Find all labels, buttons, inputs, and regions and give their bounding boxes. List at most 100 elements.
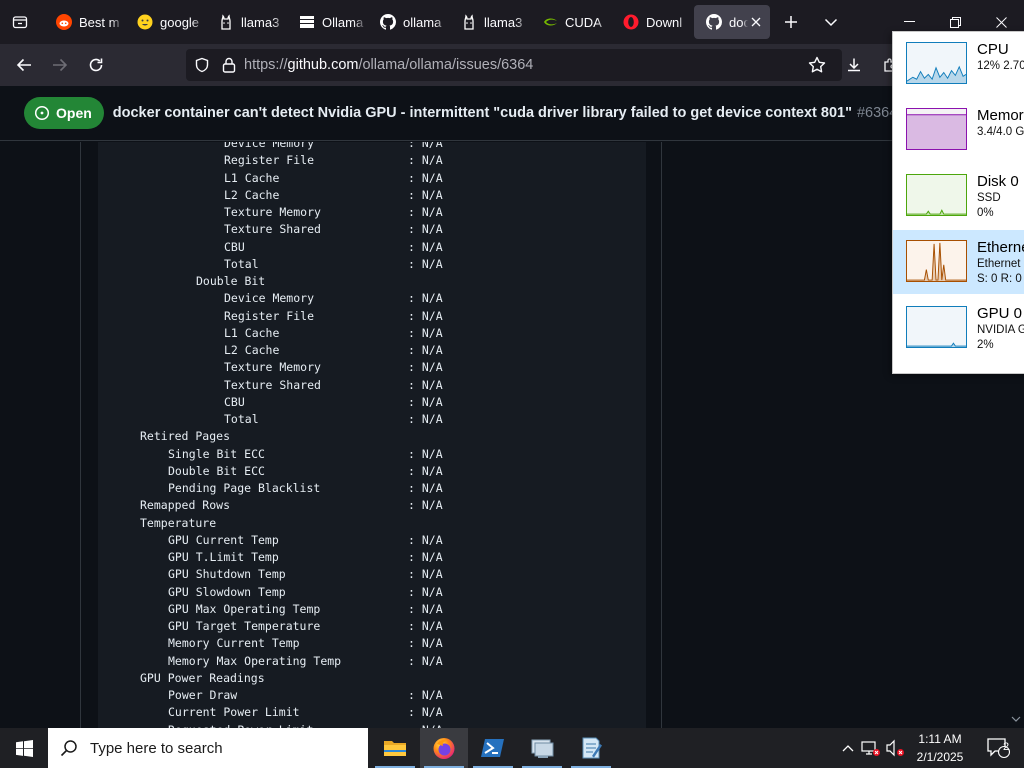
bookmark-star-icon[interactable] [808, 56, 826, 74]
task-manager-item[interactable]: Etherne Ethernet S: 0 R: 0 [893, 230, 1024, 294]
code-key: L2 Cache [224, 343, 280, 357]
resource-usage: 0% [977, 207, 994, 219]
code-value: : N/A [408, 705, 443, 720]
code-key: Register File [224, 153, 315, 168]
code-line: L2 Cache : N/A [98, 342, 646, 359]
code-key: Device Memory [224, 142, 315, 150]
powershell-icon[interactable] [469, 728, 517, 768]
code-line: GPU Max Operating Temp: N/A [98, 601, 646, 618]
code-value: : N/A [408, 550, 443, 564]
usage-graph-thumbnail [906, 42, 967, 84]
list-all-tabs-chevron-icon[interactable] [811, 0, 851, 44]
code-line: L1 Cache: N/A [98, 170, 646, 187]
code-line: Pending Page Blacklist: N/A [98, 480, 646, 497]
code-key: Temperature [140, 515, 217, 530]
code-value: : N/A [408, 567, 443, 582]
network-disconnected-icon[interactable] [860, 728, 882, 768]
forward-arrow-icon[interactable] [42, 49, 78, 81]
volume-muted-icon[interactable] [884, 728, 906, 768]
reload-icon[interactable] [78, 49, 114, 81]
opera-icon [623, 14, 639, 30]
system-clock[interactable]: 1:11 AM 2/1/2025 [906, 730, 974, 766]
github-icon [380, 14, 396, 30]
file-explorer-icon[interactable] [371, 728, 419, 768]
close-tab-icon[interactable] [748, 14, 764, 30]
url-text[interactable]: https://github.com/ollama/ollama/issues/… [244, 57, 533, 73]
back-arrow-icon[interactable] [6, 49, 42, 81]
code-key: Pending Page Blacklist [168, 481, 321, 495]
browser-tab[interactable]: llama3 [206, 5, 286, 39]
browser-tab[interactable]: CUDA [530, 5, 610, 39]
address-bar[interactable]: https://github.com/ollama/ollama/issues/… [186, 49, 842, 81]
downloads-icon[interactable] [836, 49, 872, 81]
new-tab-button[interactable] [771, 0, 811, 44]
scrollbar-down-arrow-icon[interactable] [1009, 712, 1023, 726]
task-manager-item[interactable]: GPU 0 NVIDIA G 2% [893, 296, 1024, 360]
navigation-toolbar: https://github.com/ollama/ollama/issues/… [0, 44, 1024, 86]
browser-tab[interactable]: Ollama [287, 5, 367, 39]
issue-opened-icon [34, 105, 50, 121]
code-value: : N/A [408, 653, 443, 668]
taskbar: Type here to search 1:11 AM 2/1/2025 2 [0, 728, 1024, 768]
code-line: Texture Memory : N/A [98, 359, 646, 376]
browser-tab[interactable]: dock [694, 5, 770, 39]
browser-tab[interactable]: ollama [368, 5, 448, 39]
tracking-protection-shield-icon[interactable] [194, 57, 210, 73]
code-value: : N/A [408, 498, 443, 513]
notepad-icon[interactable] [567, 728, 615, 768]
tab-list-icon[interactable] [0, 0, 40, 44]
code-value: : N/A [408, 170, 443, 185]
browser-tab[interactable]: Best m [44, 5, 124, 39]
code-value: : N/A [408, 360, 443, 375]
task-manager-item[interactable]: Disk 0 SSD 0% [893, 164, 1024, 228]
show-hidden-icons-chevron-icon[interactable] [838, 728, 858, 768]
code-key: Texture Shared [224, 222, 321, 237]
huggingface-icon [137, 14, 153, 30]
code-key: Texture Memory [224, 360, 321, 375]
resource-name: Etherne [977, 239, 1024, 256]
code-value: : N/A [408, 377, 443, 392]
code-key: GPU Slowdown Temp [168, 584, 286, 599]
usage-graph-thumbnail [906, 108, 967, 150]
taskbar-search-box[interactable]: Type here to search [48, 728, 368, 768]
issue-status-label: Open [56, 105, 92, 121]
code-value: : N/A [408, 446, 443, 461]
code-key: Total [224, 256, 259, 271]
tab-title: ollama [403, 14, 442, 30]
issue-comment-area: Device Memory: N/A Register File: N/A L1 C… [0, 142, 1024, 728]
browser-tab[interactable]: google [125, 5, 205, 39]
code-line: Texture Shared: N/A [98, 377, 646, 394]
code-key: GPU Current Temp [168, 532, 279, 547]
code-value: : N/A [408, 688, 443, 702]
browser-tab[interactable]: Downl [611, 5, 691, 39]
code-key: Remapped Rows [140, 498, 231, 513]
code-line: Retired Pages [98, 428, 646, 445]
resource-detail: SSD [977, 192, 1001, 204]
resource-detail: 12% 2.70 [977, 60, 1024, 72]
code-line: Device Memory: N/A [98, 290, 646, 307]
lock-icon[interactable] [222, 57, 236, 73]
code-key: Power Draw [168, 688, 238, 702]
firefox-icon[interactable] [420, 728, 468, 768]
code-value: : N/A [408, 308, 443, 323]
code-value: : N/A [408, 205, 443, 219]
code-key: GPU Shutdown Temp [168, 567, 286, 582]
notification-center-icon[interactable]: 2 [978, 728, 1018, 768]
task-manager-item-text: CPU 12% 2.70 [977, 40, 1024, 74]
issue-status-badge: Open [24, 97, 104, 129]
code-line: GPU Shutdown Temp : N/A [98, 566, 646, 583]
code-value: : N/A [408, 343, 443, 357]
ollama-icon [461, 14, 477, 30]
code-line: Texture Memory: N/A [98, 204, 646, 221]
code-line: Remapped Rows : N/A [98, 497, 646, 514]
task-manager-item[interactable]: Memor 3.4/4.0 G [893, 98, 1024, 162]
code-line: Texture Shared: N/A [98, 221, 646, 238]
task-manager-item[interactable]: CPU 12% 2.70 [893, 32, 1024, 96]
windows-start-icon[interactable] [0, 728, 48, 768]
resource-detail: NVIDIA G [977, 324, 1024, 336]
code-key: GPU Target Temperature [168, 619, 321, 633]
task-manager-item-text: GPU 0 NVIDIA G 2% [977, 304, 1024, 353]
remote-desktop-icon[interactable] [518, 728, 566, 768]
search-icon [60, 739, 78, 757]
browser-tab[interactable]: llama3 [449, 5, 529, 39]
